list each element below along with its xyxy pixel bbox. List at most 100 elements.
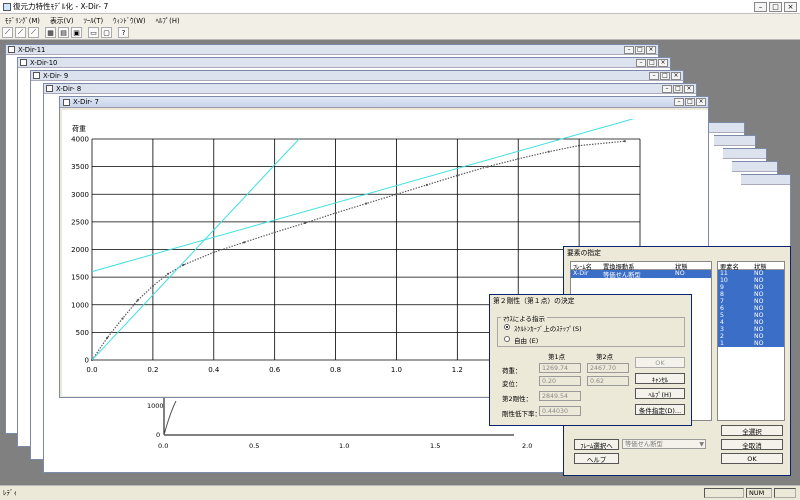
minimize-icon[interactable]: – (674, 98, 684, 106)
element-row[interactable]: 2 NO (718, 333, 784, 340)
element-row[interactable]: 1 NO (718, 340, 784, 347)
element-name: 11 (720, 270, 728, 277)
help-icon[interactable]: ? (118, 27, 129, 38)
close-icon[interactable]: × (671, 72, 681, 80)
window-title: X-Dir- 7 (73, 98, 99, 106)
status-pane (774, 488, 796, 498)
close-icon[interactable]: × (784, 2, 797, 12)
load-point2-field[interactable]: 2467.70 (587, 363, 629, 373)
menu-bar: ﾓﾃﾞﾘﾝｸﾞ(M) 表示(V) ﾂｰﾙ(T) ｳｨﾝﾄﾞｳ(W) ﾍﾙﾌﾟ(H… (0, 14, 800, 26)
stiffness-ratio-field[interactable]: 0.44030 (539, 406, 581, 416)
tool-b-icon[interactable]: ⟋ (15, 27, 26, 38)
radio-free[interactable] (504, 336, 510, 342)
element-row[interactable]: 9 NO (718, 284, 784, 291)
dialog-title: 要素の指定 (567, 249, 601, 257)
maximize-icon[interactable]: □ (685, 98, 695, 106)
maximize-icon[interactable]: □ (635, 46, 645, 54)
select-all-button[interactable]: 全選択 (721, 425, 783, 436)
data-point (167, 272, 170, 275)
element-name: 8 (720, 291, 724, 298)
graph-icon[interactable]: ▤ (58, 27, 69, 38)
minimize-icon[interactable]: – (636, 59, 646, 67)
disp-point2-field[interactable]: 0.62 (587, 376, 629, 386)
data-point (121, 317, 124, 320)
col-frame-name: ﾌﾚｰﾑ名 (573, 264, 592, 271)
tool-a-icon[interactable]: ⟋ (2, 27, 13, 38)
col-point1: 第1点 (548, 353, 566, 361)
element-state: NO (754, 333, 764, 340)
data-point (304, 221, 307, 225)
load-point1-field[interactable]: 1269.74 (539, 363, 581, 373)
help-button[interactable]: ヘルプ (574, 453, 619, 464)
maximize-icon[interactable]: □ (647, 59, 657, 67)
bg-x-tick: 1.0 (339, 442, 350, 450)
menu-help[interactable]: ﾍﾙﾌﾟ(H) (151, 15, 185, 25)
dialog-title: 第２剛性（第１点）の決定 (493, 297, 575, 305)
frame-select-button[interactable]: ﾌﾚｰﾑ選択へ (574, 439, 619, 450)
element-state: NO (754, 291, 764, 298)
ok-button[interactable]: OK (635, 357, 685, 368)
close-icon[interactable]: × (696, 98, 706, 106)
y-tick-label: 1000 (71, 301, 89, 309)
doc-icon (8, 46, 15, 53)
status-bar: ﾚﾃﾞｨ NUM (0, 485, 800, 500)
system-type-combo[interactable]: 等価せん断型 ▼ (622, 439, 706, 449)
element-row[interactable]: 5 NO (718, 312, 784, 319)
element-row[interactable]: 3 NO (718, 326, 784, 333)
close-icon[interactable]: × (684, 85, 694, 93)
x-tick-label: 1.0 (391, 366, 402, 374)
element-row[interactable]: 8 NO (718, 291, 784, 298)
element-row[interactable]: 11 NO (718, 270, 784, 277)
element-state: NO (754, 326, 764, 333)
cancel-button[interactable]: ｷｬﾝｾﾙ (635, 373, 685, 384)
combo-value: 等価せん断型 (625, 441, 663, 448)
chart-view-icon[interactable]: ▦ (45, 27, 56, 38)
bg-x-tick: 0.5 (249, 442, 260, 450)
element-row[interactable]: 10 NO (718, 277, 784, 284)
element-state: NO (754, 312, 764, 319)
frame-row[interactable]: X-Dir 等価せん断型 NO (571, 270, 711, 279)
tool-c-icon[interactable]: ⟋ (28, 27, 39, 38)
disp-point1-field[interactable]: 0.20 (539, 376, 581, 386)
menu-modeling[interactable]: ﾓﾃﾞﾘﾝｸﾞ(M) (0, 15, 45, 25)
x-tick-label: 0.2 (147, 366, 158, 374)
maximize-icon[interactable]: □ (769, 2, 782, 12)
y-tick-label: 3000 (71, 191, 89, 199)
menu-tools[interactable]: ﾂｰﾙ(T) (79, 15, 109, 25)
col-point2: 第2点 (596, 353, 614, 361)
element-row[interactable]: 6 NO (718, 305, 784, 312)
data-point (273, 231, 276, 234)
element-row[interactable]: 4 NO (718, 319, 784, 326)
save-icon[interactable]: ▣ (71, 27, 82, 38)
close-icon[interactable]: × (658, 59, 668, 67)
data-point (136, 299, 139, 302)
print-icon[interactable]: ▭ (88, 27, 99, 38)
menu-view[interactable]: 表示(V) (45, 15, 79, 25)
data-point (182, 263, 185, 267)
close-icon[interactable]: × (646, 46, 656, 54)
group-label: ﾏｳｽによる指示 (501, 313, 548, 323)
minimize-icon[interactable]: – (662, 85, 672, 93)
condition-button[interactable]: 条件指定(D)... (635, 404, 685, 415)
element-name: 1 (720, 340, 724, 347)
menu-window[interactable]: ｳｨﾝﾄﾞｳ(W) (108, 15, 150, 25)
bg-x-tick: 2.0 (522, 442, 533, 450)
frame-name: X-Dir (573, 270, 589, 277)
deselect-all-button[interactable]: 全取消 (721, 439, 783, 450)
minimize-icon[interactable]: – (624, 46, 634, 54)
maximize-icon[interactable]: □ (660, 72, 670, 80)
maximize-icon[interactable]: □ (673, 85, 683, 93)
second-stiffness-field[interactable]: 2849.54 (539, 391, 581, 401)
radio-skeleton-step[interactable] (504, 324, 510, 330)
minimize-icon[interactable]: – (649, 72, 659, 80)
help-button[interactable]: ﾍﾙﾌﾟ(H) (635, 388, 685, 399)
data-point (486, 165, 489, 168)
ok-button[interactable]: OK (721, 453, 783, 464)
window-title: X-Dir-10 (30, 58, 58, 67)
minimize-icon[interactable]: – (754, 2, 767, 12)
chevron-down-icon[interactable]: ▼ (699, 440, 704, 449)
open-icon[interactable]: ▢ (101, 27, 112, 38)
element-list[interactable]: 要素名 状態 11 NO 10 NO 9 NO 8 NO 7 NO 6 NO 5 NO 4 NO 3 NO 2 NO 1… (717, 261, 785, 421)
stiffness-ratio-label: 剛性低下率： (502, 410, 541, 418)
element-row[interactable]: 7 NO (718, 298, 784, 305)
